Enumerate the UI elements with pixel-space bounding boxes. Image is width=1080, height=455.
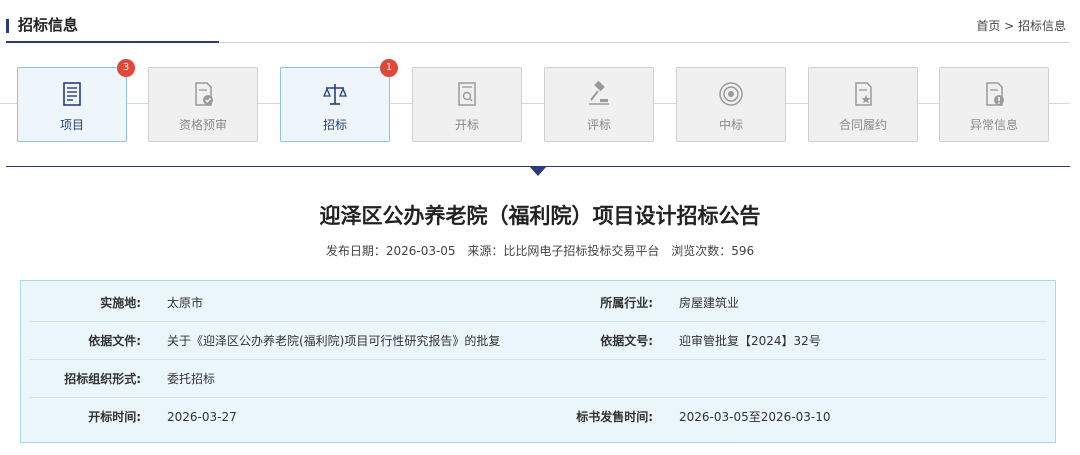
step-label: 异常信息	[969, 118, 1018, 132]
step-evaluation[interactable]: 评标	[544, 67, 654, 142]
step-label: 合同履约	[838, 118, 887, 132]
info-value: 太原市	[167, 296, 204, 310]
step-label: 招标	[322, 118, 347, 132]
step-tender[interactable]: 招标 1	[280, 59, 398, 142]
info-key: 招标组织形式:	[64, 372, 141, 386]
announcement-title: 迎泽区公办养老院（福利院）项目设计招标公告	[319, 204, 761, 228]
step-prequalification[interactable]: 资格预审	[148, 67, 258, 142]
step-count-badge: 3	[117, 59, 135, 77]
step-exception-info[interactable]: 异常信息	[939, 67, 1049, 142]
scale-balance-icon	[323, 84, 347, 105]
header-divider-accent	[6, 41, 219, 43]
info-value: 2026-03-27	[167, 410, 237, 424]
step-label: 评标	[586, 118, 611, 132]
project-info-table: 实施地: 太原市 所属行业: 房屋建筑业 依据文件: 关于《迎泽区公办养老院(福…	[20, 280, 1056, 443]
info-key: 依据文号:	[600, 334, 653, 348]
info-key: 开标时间:	[88, 410, 141, 424]
view-count: 浏览次数：596	[671, 244, 755, 258]
process-steps: 项目 3 资格预审 招标 1 开标 评标 中标 合同履约 异常信息	[0, 59, 1080, 150]
info-row: 招标组织形式: 委托招标	[29, 361, 1047, 398]
step-count-badge: 1	[380, 59, 398, 77]
step-label: 项目	[59, 118, 84, 132]
info-row: 依据文件: 关于《迎泽区公办养老院(福利院)项目可行性研究报告》的批复 依据文号…	[29, 323, 1047, 360]
page-header: 招标信息 首页 > 招标信息	[0, 0, 1080, 44]
info-key: 所属行业:	[600, 296, 653, 310]
info-row: 实施地: 太原市 所属行业: 房屋建筑业	[29, 285, 1047, 322]
announcement-meta: 发布日期：2026-03-05 来源：比比网电子招标投标交易平台 浏览次数：59…	[0, 242, 1080, 260]
current-step-indicator	[529, 166, 547, 176]
step-award[interactable]: 中标	[676, 67, 786, 142]
document-alert-icon	[986, 82, 1004, 106]
header-accent-bar	[6, 19, 9, 33]
info-key: 标书发售时间:	[576, 410, 653, 424]
info-value: 委托招标	[167, 372, 216, 386]
page-title: 招标信息	[18, 16, 79, 34]
gavel-icon	[589, 80, 609, 105]
info-value: 关于《迎泽区公办养老院(福利院)项目可行性研究报告》的批复	[167, 334, 501, 348]
breadcrumb[interactable]: 首页 > 招标信息	[976, 17, 1066, 35]
info-row: 开标时间: 2026-03-27 标书发售时间: 2026-03-05至2026…	[29, 399, 1047, 436]
step-project[interactable]: 项目 3	[17, 59, 135, 142]
step-label: 资格预审	[178, 118, 227, 132]
info-value: 2026-03-05至2026-03-10	[679, 410, 831, 424]
source: 来源：比比网电子招标投标交易平台	[467, 244, 660, 258]
step-label: 中标	[718, 118, 743, 132]
step-label: 开标	[454, 118, 479, 132]
step-bid-opening[interactable]: 开标	[412, 67, 522, 142]
document-star-icon	[855, 82, 872, 106]
step-contract-performance[interactable]: 合同履约	[808, 67, 918, 142]
info-key: 实施地:	[100, 296, 141, 310]
document-list-icon	[63, 82, 81, 106]
document-search-icon	[458, 82, 476, 106]
target-icon	[719, 82, 743, 106]
publish-date: 发布日期：2026-03-05	[325, 244, 456, 258]
info-value: 房屋建筑业	[679, 296, 740, 310]
document-check-icon	[195, 82, 213, 106]
info-key: 依据文件:	[88, 334, 141, 348]
info-value: 迎审管批复【2024】32号	[679, 334, 821, 348]
